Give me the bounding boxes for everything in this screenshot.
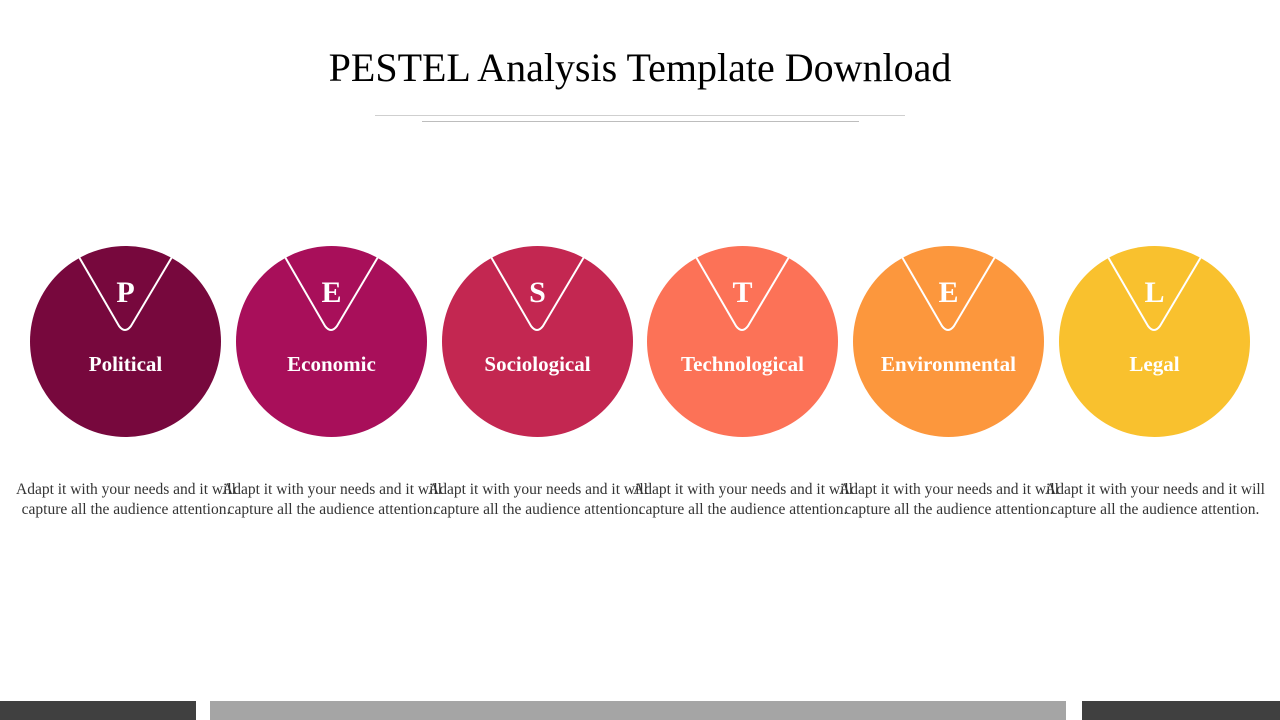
pestel-item-economic: E Economic Adapt it with your needs and … xyxy=(222,246,442,518)
pestel-circle: T Technological xyxy=(647,246,838,437)
pestel-item-sociological: S Sociological Adapt it with your needs … xyxy=(428,246,648,518)
pestel-item-environmental: E Environmental Adapt it with your needs… xyxy=(839,246,1059,518)
pestel-circle: E Environmental xyxy=(853,246,1044,437)
pestel-description: Adapt it with your needs and it will cap… xyxy=(428,481,648,518)
pestel-item-legal: L Legal Adapt it with your needs and it … xyxy=(1045,246,1265,518)
pestel-circle: L Legal xyxy=(1059,246,1250,437)
pestel-letter: S xyxy=(529,276,546,309)
footer-bar-middle xyxy=(210,701,1066,720)
pestel-label: Economic xyxy=(287,352,376,376)
pestel-description: Adapt it with your needs and it will cap… xyxy=(633,481,853,518)
pestel-label: Legal xyxy=(1129,352,1180,376)
pestel-letter: E xyxy=(321,276,342,309)
pestel-description: Adapt it with your needs and it will cap… xyxy=(16,481,236,518)
pestel-letter: P xyxy=(116,276,135,309)
title-underline-top xyxy=(375,115,905,116)
pestel-item-technological: T Technological Adapt it with your needs… xyxy=(633,246,853,518)
title-underline-bottom xyxy=(422,121,859,122)
footer-bar-right xyxy=(1082,701,1280,720)
pestel-description: Adapt it with your needs and it will cap… xyxy=(1045,481,1265,518)
pestel-letter: L xyxy=(1144,276,1165,309)
pestel-letter: E xyxy=(938,276,959,309)
pestel-circle: P Political xyxy=(30,246,221,437)
pestel-item-political: P Political Adapt it with your needs and… xyxy=(16,246,236,518)
pestel-description: Adapt it with your needs and it will cap… xyxy=(222,481,442,518)
pestel-label: Sociological xyxy=(484,352,591,376)
pestel-circle: E Economic xyxy=(236,246,427,437)
pestel-label: Technological xyxy=(681,352,804,376)
pestel-description: Adapt it with your needs and it will cap… xyxy=(839,481,1059,518)
pestel-circle: S Sociological xyxy=(442,246,633,437)
pestel-label: Environmental xyxy=(881,352,1016,376)
pestel-label: Political xyxy=(88,352,163,376)
slide-title: PESTEL Analysis Template Download xyxy=(328,45,952,90)
footer-bar-left xyxy=(0,701,196,720)
pestel-letter: T xyxy=(732,276,753,309)
